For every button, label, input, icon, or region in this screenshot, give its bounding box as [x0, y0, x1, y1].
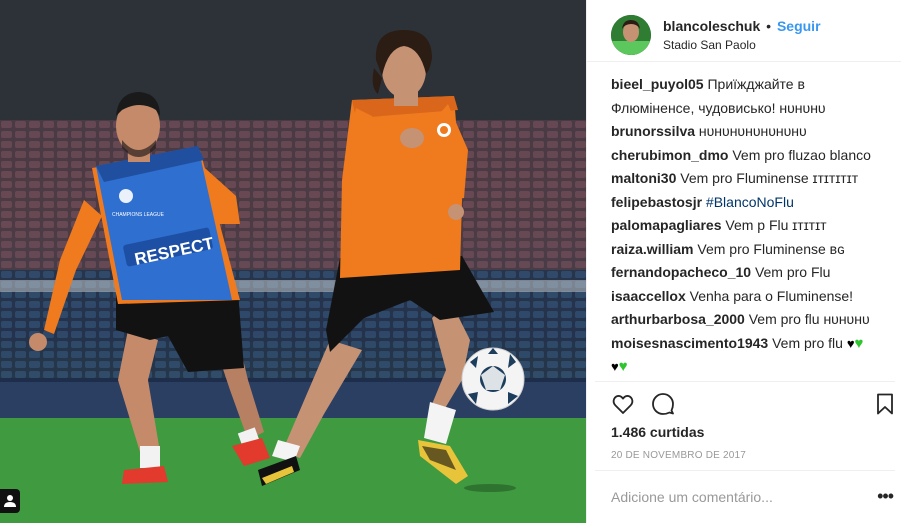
comment-username[interactable]: maltoni30 — [611, 170, 676, 186]
comment-username[interactable]: felipebastosjr — [611, 194, 702, 210]
comment-text: Vem pro flu ʜᴜʜᴜʜᴜ — [748, 311, 870, 327]
comment-item: arthurbarbosa_2000 Vem pro flu ʜᴜʜᴜʜᴜ — [611, 308, 891, 332]
add-comment-input[interactable]: Adicione um comentário... — [611, 489, 773, 505]
more-options-button[interactable]: ••• — [877, 486, 894, 507]
black-heart-emoji: ♥ — [846, 335, 855, 351]
comment-text: Venha para o Fluminense! — [689, 287, 854, 304]
green-heart-emoji: ♥ — [618, 358, 628, 375]
comment-text: Vem pro Fluminense ɪᴛɪᴛɪᴛɪᴛ — [680, 170, 859, 186]
comment-username[interactable]: arthurbarbosa_2000 — [611, 311, 745, 327]
avatar-image — [611, 15, 651, 55]
post-photo[interactable]: RESPECT CHAMPIONS LEAGUE — [0, 0, 586, 523]
separator-dot: • — [766, 18, 772, 34]
username-line: blancoleschuk • Seguir — [663, 18, 821, 34]
comment-item: maltoni30 Vem pro Fluminense ɪᴛɪᴛɪᴛɪᴛ — [611, 167, 891, 191]
hashtag-link[interactable]: #BlancoNoFlu — [706, 194, 794, 210]
comment-text: Vem pro Fluminense ʙɢ — [697, 240, 845, 257]
comment-text: ʜᴜʜᴜʜᴜʜᴜʜᴜʜᴜʜᴜ — [698, 123, 807, 139]
heart-icon[interactable] — [611, 392, 635, 416]
bookmark-icon[interactable] — [873, 392, 897, 416]
likes-count[interactable]: 1.486 curtidas — [611, 424, 704, 440]
comment-divider — [595, 470, 895, 471]
comment-username[interactable]: moisesnascimento1943 — [611, 335, 768, 351]
comment-text: Vem p Flu ɪᴛɪᴛɪᴛ — [725, 217, 827, 233]
comments-list: bieel_puyol05 Приїжджайте в Флюміненсе, … — [611, 73, 891, 379]
comment-item: felipebastosjr #BlancoNoFlu — [611, 191, 891, 215]
comment-item: fernandopacheco_10 Vem pro Flu — [611, 261, 891, 285]
comment-item: raiza.william Vem pro Fluminense ʙɢ — [611, 238, 891, 262]
actions-divider — [595, 381, 895, 382]
comment-username[interactable]: raiza.william — [611, 241, 693, 257]
comment-text: Vem pro flu — [772, 334, 843, 351]
post-date: 20 DE NOVEMBRO DE 2017 — [611, 450, 747, 461]
comment-username[interactable]: palomapagliares — [611, 217, 722, 233]
comment-username[interactable]: cherubimon_dmo — [611, 147, 728, 163]
avatar[interactable] — [611, 15, 651, 55]
comment-text: Vem pro Flu — [754, 264, 831, 280]
post-location[interactable]: Stadio San Paolo — [663, 38, 756, 52]
comment-item: brunorssilva ʜᴜʜᴜʜᴜʜᴜʜᴜʜᴜʜᴜ — [611, 120, 891, 144]
post-header: blancoleschuk • Seguir Stadio San Paolo — [587, 0, 901, 62]
user-tag-icon — [4, 495, 16, 507]
comment-username[interactable]: bieel_puyol05 — [611, 76, 704, 92]
post-username[interactable]: blancoleschuk — [663, 18, 760, 34]
green-heart-emoji: ♥ — [854, 334, 864, 352]
comment-text: Vem pro fluzao blanco — [732, 146, 871, 163]
comment-bubble-icon[interactable] — [651, 392, 675, 416]
follow-button[interactable]: Seguir — [777, 18, 821, 34]
photo-tag-badge[interactable] — [0, 489, 20, 513]
post-sidebar: blancoleschuk • Seguir Stadio San Paolo … — [586, 0, 901, 523]
comment-item: bieel_puyol05 Приїжджайте в Флюміненсе, … — [611, 73, 891, 120]
comment-username[interactable]: fernandopacheco_10 — [611, 264, 751, 280]
comment-item: isaaccellox Venha para o Fluminense! — [611, 285, 891, 309]
training-scene: RESPECT CHAMPIONS LEAGUE — [0, 0, 586, 523]
comment-username[interactable]: brunorssilva — [611, 123, 695, 139]
black-heart-emoji: ♥ — [611, 359, 619, 374]
comment-item: moisesnascimento1943 Vem pro flu ♥♥ ♥♥ — [611, 332, 891, 379]
action-bar — [611, 392, 893, 416]
comment-item: palomapagliares Vem p Flu ɪᴛɪᴛɪᴛ — [611, 214, 891, 238]
bib-champions-league-text: CHAMPIONS LEAGUE — [112, 212, 165, 218]
comment-username[interactable]: isaaccellox — [611, 288, 686, 304]
comment-item: cherubimon_dmo Vem pro fluzao blanco — [611, 144, 891, 168]
